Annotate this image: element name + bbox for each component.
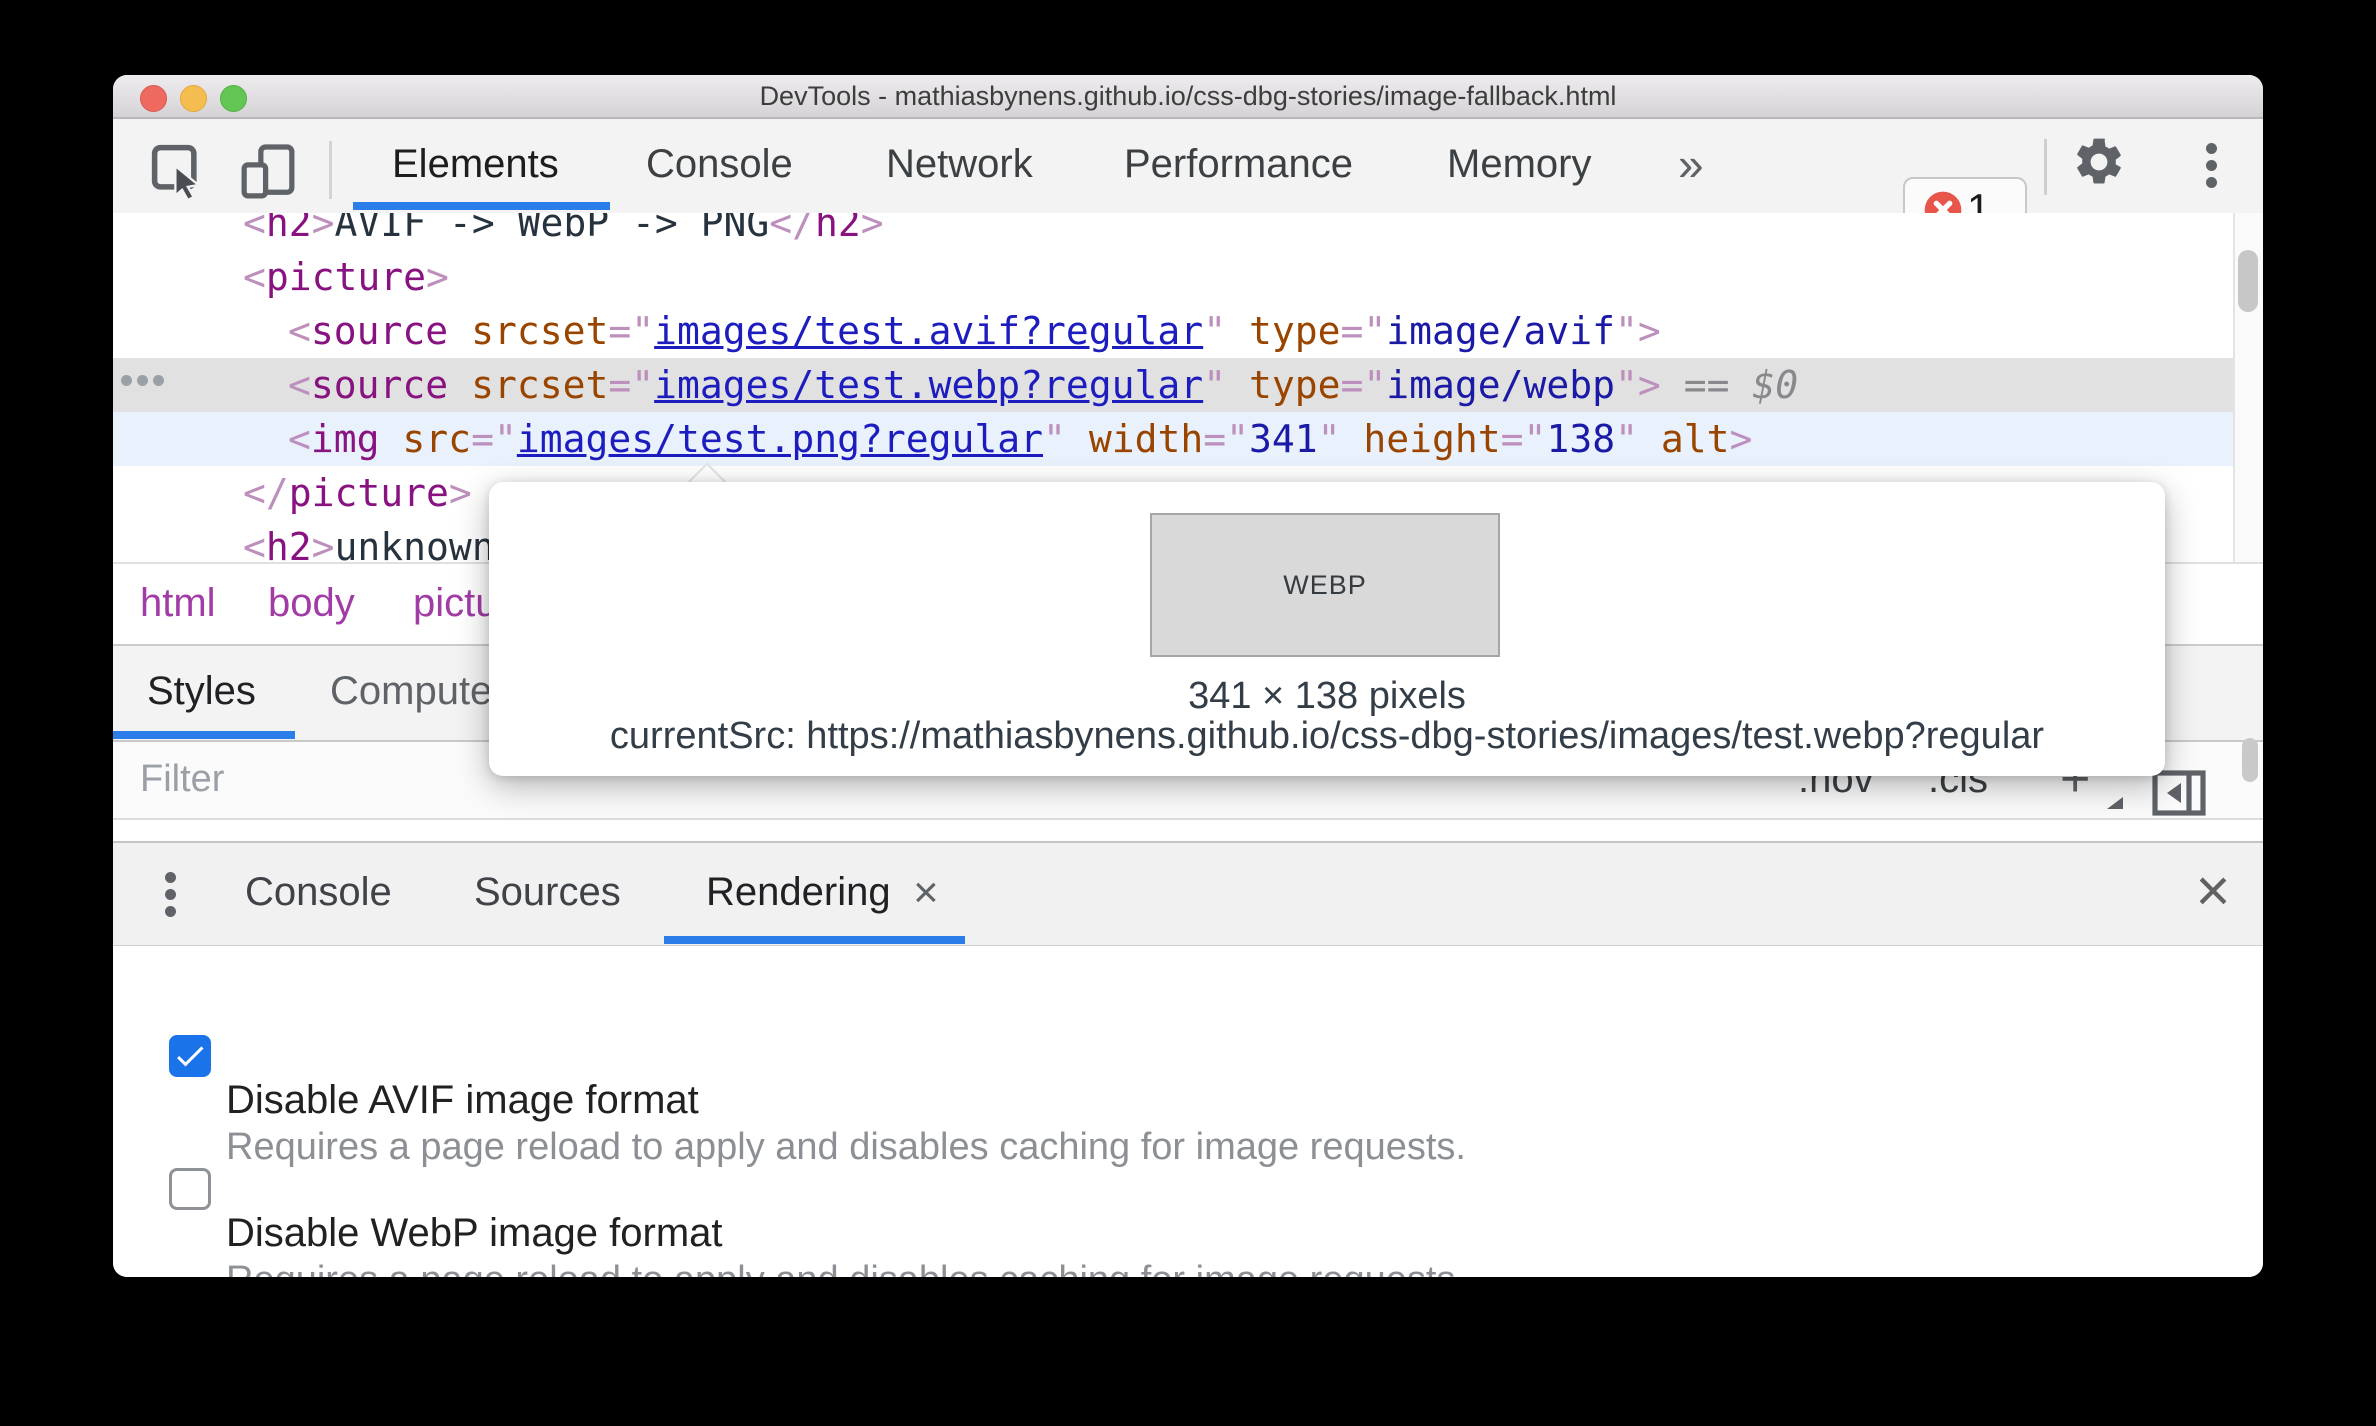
styles-scrollbar-thumb[interactable] bbox=[2242, 738, 2258, 782]
dom-tree-line[interactable]: <source srcset="images/test.webp?regular… bbox=[113, 358, 2233, 412]
breadcrumb-html[interactable]: html bbox=[140, 564, 216, 642]
tab-memory[interactable]: Memory bbox=[1447, 119, 1591, 210]
node-more-actions-icon[interactable] bbox=[121, 375, 164, 386]
image-current-src: currentSrc: https://mathiasbynens.github… bbox=[609, 715, 2045, 757]
toolbar-divider bbox=[329, 141, 332, 199]
disable-avif-description: Requires a page reload to apply and disa… bbox=[226, 1126, 1466, 1168]
drawer-tab-rendering[interactable]: Rendering bbox=[706, 843, 891, 942]
tab-computed[interactable]: Computed bbox=[330, 646, 515, 736]
resource-link[interactable]: images/test.avif?regular bbox=[654, 309, 1203, 353]
drawer-tab-sources[interactable]: Sources bbox=[474, 843, 621, 942]
styles-filter-input[interactable]: Filter bbox=[140, 742, 224, 816]
active-tab-underline bbox=[353, 202, 610, 210]
title-bar: DevTools - mathiasbynens.github.io/css-d… bbox=[113, 75, 2263, 119]
elements-scrollbar-thumb[interactable] bbox=[2238, 250, 2258, 312]
image-preview-tooltip: WEBP 341 × 138 pixels currentSrc: https:… bbox=[489, 482, 2165, 776]
dom-tree-line[interactable]: <source srcset="images/test.avif?regular… bbox=[113, 304, 2233, 358]
breadcrumb-body[interactable]: body bbox=[268, 564, 355, 642]
drawer-toolbar: Console Sources Rendering × bbox=[113, 841, 2263, 948]
disable-webp-label[interactable]: Disable WebP image format bbox=[226, 1211, 723, 1256]
inspect-element-icon[interactable] bbox=[150, 143, 210, 208]
image-preview-label: WEBP bbox=[1283, 569, 1367, 600]
device-toolbar-icon[interactable] bbox=[237, 141, 299, 208]
toolbar-divider bbox=[2044, 139, 2047, 195]
resource-link[interactable]: images/test.png?regular bbox=[517, 417, 1043, 461]
settings-gear-icon[interactable] bbox=[2071, 134, 2127, 195]
toggle-sidebar-icon[interactable] bbox=[2152, 770, 2206, 821]
rendering-panel: Disable AVIF image format Requires a pag… bbox=[113, 946, 2263, 1277]
active-tab-underline bbox=[113, 731, 295, 739]
disable-avif-checkbox[interactable] bbox=[169, 1035, 211, 1077]
tab-styles[interactable]: Styles bbox=[147, 646, 256, 736]
more-tabs-icon[interactable]: » bbox=[1678, 119, 1704, 210]
window-title: DevTools - mathiasbynens.github.io/css-d… bbox=[759, 81, 1617, 111]
new-rule-dropdown-icon[interactable] bbox=[2107, 797, 2123, 809]
tab-elements[interactable]: Elements bbox=[392, 119, 559, 210]
dom-tree-line[interactable]: <picture> bbox=[113, 250, 2233, 304]
drawer-close-icon[interactable]: × bbox=[2183, 843, 2243, 942]
devtools-window: DevTools - mathiasbynens.github.io/css-d… bbox=[113, 75, 2263, 1277]
tab-performance[interactable]: Performance bbox=[1124, 119, 1353, 210]
tab-console[interactable]: Console bbox=[646, 119, 793, 210]
resource-link[interactable]: images/test.webp?regular bbox=[654, 363, 1203, 407]
more-options-icon[interactable] bbox=[2206, 143, 2217, 188]
disable-webp-checkbox[interactable] bbox=[169, 1168, 211, 1210]
rendering-tab-close-icon[interactable]: × bbox=[913, 843, 939, 942]
tab-network[interactable]: Network bbox=[886, 119, 1033, 210]
active-tab-underline bbox=[664, 936, 965, 944]
disable-webp-description: Requires a page reload to apply and disa… bbox=[226, 1259, 1466, 1277]
drawer-more-options-icon[interactable] bbox=[165, 872, 176, 917]
dom-tree-line[interactable]: <h2>AVIF -> WebP -> PNG</h2> bbox=[113, 213, 2233, 250]
dom-tree-line[interactable]: <img src="images/test.png?regular" width… bbox=[113, 412, 2233, 466]
main-toolbar: Elements Console Network Performance Mem… bbox=[113, 119, 2263, 245]
image-preview-thumbnail: WEBP bbox=[1150, 513, 1500, 657]
disable-avif-label[interactable]: Disable AVIF image format bbox=[226, 1078, 699, 1123]
image-dimensions: 341 × 138 pixels bbox=[1188, 675, 1466, 717]
drawer-tab-console[interactable]: Console bbox=[245, 843, 392, 942]
